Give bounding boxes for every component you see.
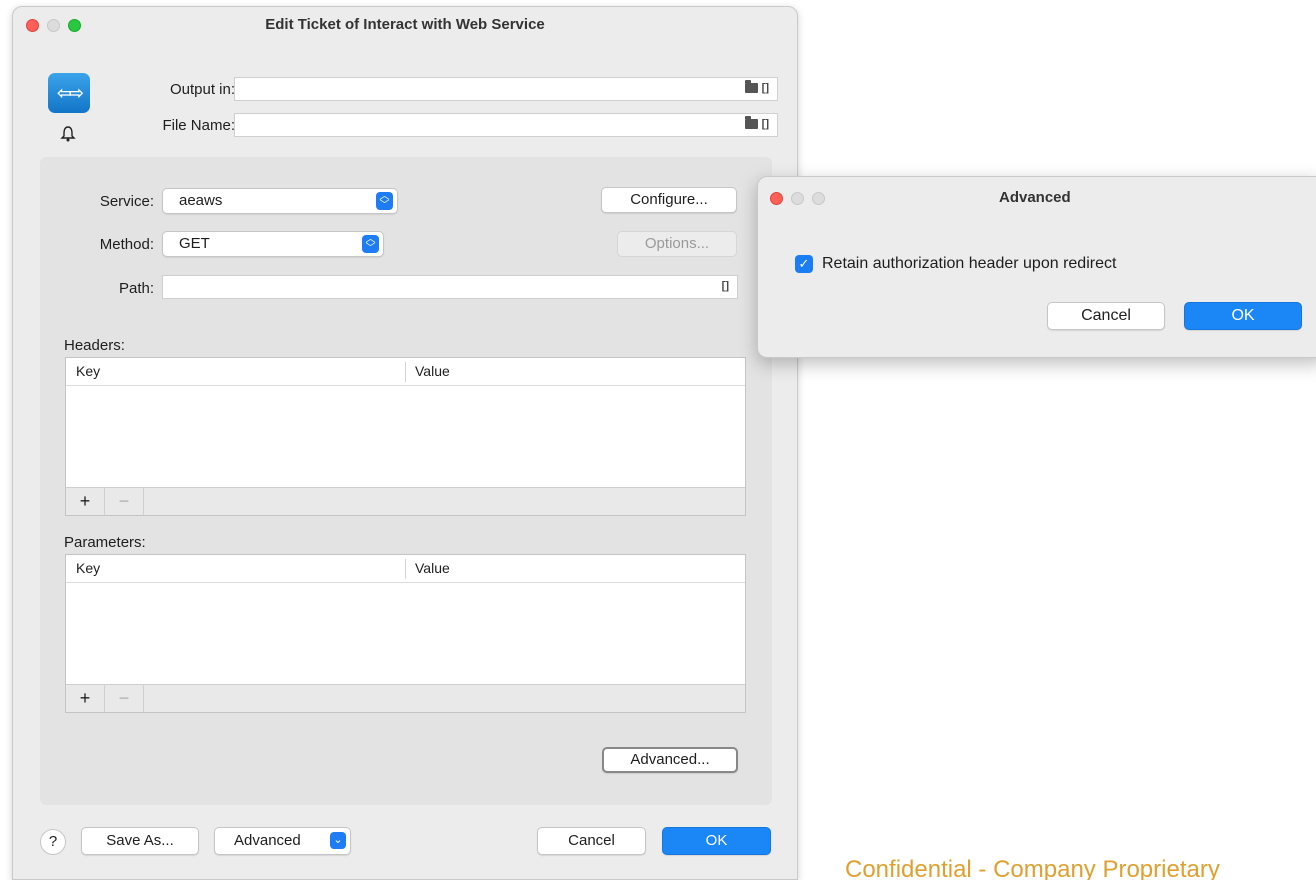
checkmark-icon: ✓ (798, 256, 810, 271)
dialog-title: Advanced (999, 189, 1071, 206)
headers-table-header: Key Value (66, 358, 745, 386)
output-in-label: Output in: (169, 81, 235, 98)
service-settings-panel: Service: aeaws ︿ ﹀ Method: GET ︿ ﹀ Path: [… (40, 157, 772, 805)
advanced-dropdown-label: Advanced (234, 832, 301, 849)
up-down-chevron-icon: ︿ ﹀ (362, 235, 379, 254)
variable-bracket-icon[interactable]: [] (722, 280, 729, 292)
close-window-button[interactable] (26, 19, 39, 32)
service-label: Service: (99, 193, 154, 210)
options-button[interactable]: Options... (617, 231, 737, 257)
headers-label: Headers: (64, 337, 125, 354)
folder-icon[interactable] (744, 80, 758, 93)
variable-bracket-icon[interactable]: [] (762, 82, 769, 94)
headers-table[interactable]: Key Value + − (65, 357, 746, 516)
headers-table-toolbar: + − (66, 487, 745, 515)
parameters-label: Parameters: (64, 534, 146, 551)
zoom-window-button[interactable] (68, 19, 81, 32)
method-select[interactable]: GET ︿ ﹀ (162, 231, 384, 257)
folder-icon[interactable] (744, 116, 758, 129)
value-column-header[interactable]: Value (415, 363, 450, 379)
remove-header-button[interactable]: − (105, 488, 144, 515)
save-as-button[interactable]: Save As... (81, 827, 199, 855)
edit-ticket-window: Edit Ticket of Interact with Web Service… (12, 6, 798, 880)
up-down-chevron-icon: ︿ ﹀ (376, 192, 393, 211)
method-label: Method: (99, 236, 154, 253)
chevron-down-icon: ⌄ (330, 832, 346, 849)
web-service-arrows-icon: ⇦⇨ (48, 73, 90, 113)
key-column-header[interactable]: Key (76, 363, 100, 379)
advanced-dropdown[interactable]: Advanced ⌄ (214, 827, 351, 855)
retain-auth-header-checkbox[interactable]: ✓ (795, 255, 813, 273)
service-select[interactable]: aeaws ︿ ﹀ (162, 188, 398, 214)
dialog-cancel-button[interactable]: Cancel (1047, 302, 1165, 330)
bell-icon[interactable] (60, 125, 76, 143)
add-parameter-button[interactable]: + (66, 685, 105, 712)
add-header-button[interactable]: + (66, 488, 105, 515)
advanced-settings-button[interactable]: Advanced... (602, 747, 738, 773)
configure-button[interactable]: Configure... (601, 187, 737, 213)
method-value: GET (179, 235, 210, 252)
parameters-table-header: Key Value (66, 555, 745, 583)
file-name-label: File Name: (162, 117, 235, 134)
dialog-ok-button[interactable]: OK (1184, 302, 1302, 330)
service-value: aeaws (179, 192, 223, 209)
window-title: Edit Ticket of Interact with Web Service (265, 16, 545, 33)
path-field[interactable]: [] (162, 275, 738, 299)
confidential-watermark: Confidential - Company Proprietary (845, 856, 1220, 880)
minimize-window-button[interactable] (47, 19, 60, 32)
value-column-header[interactable]: Value (415, 560, 450, 576)
remove-parameter-button[interactable]: − (105, 685, 144, 712)
cancel-button[interactable]: Cancel (537, 827, 646, 855)
key-column-header[interactable]: Key (76, 560, 100, 576)
variable-bracket-icon[interactable]: [] (762, 118, 769, 130)
help-button[interactable]: ? (40, 829, 66, 855)
retain-auth-header-label[interactable]: Retain authorization header upon redirec… (822, 255, 1116, 273)
advanced-dialog: Advanced ✓ Retain authorization header u… (757, 176, 1316, 358)
output-in-field[interactable]: [] (234, 77, 778, 101)
path-label: Path: (118, 280, 154, 297)
window-controls (26, 19, 81, 32)
parameters-table[interactable]: Key Value + − (65, 554, 746, 713)
parameters-table-toolbar: + − (66, 684, 745, 712)
ok-button[interactable]: OK (662, 827, 771, 855)
file-name-field[interactable]: [] (234, 113, 778, 137)
